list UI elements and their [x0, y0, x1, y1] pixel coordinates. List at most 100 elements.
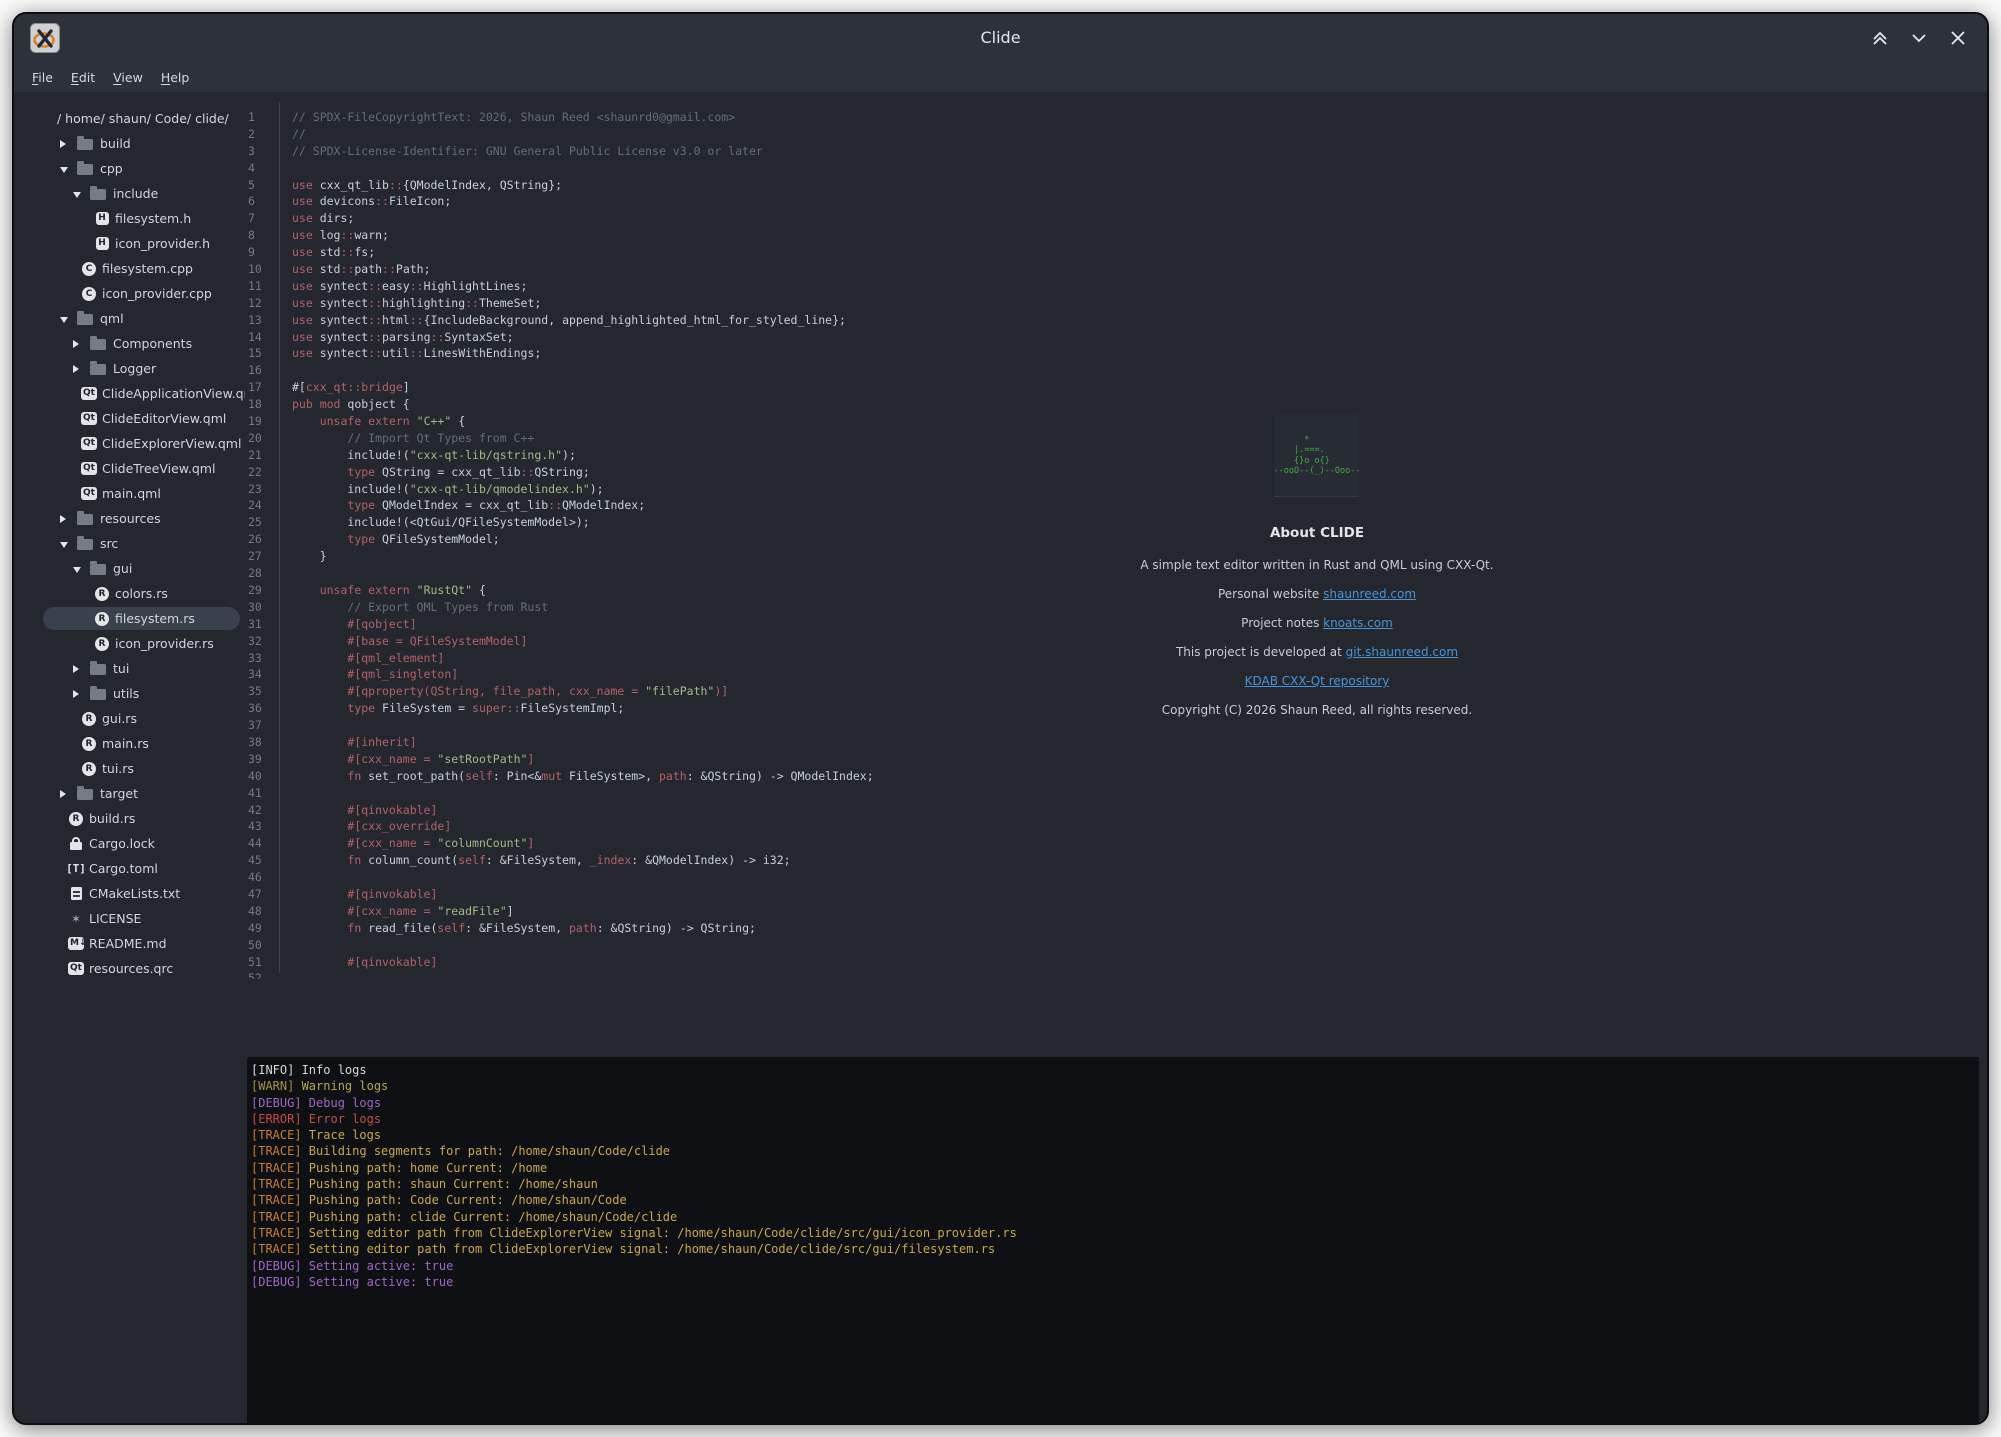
- code-line-12[interactable]: 12use syntect::highlighting::ThemeSet;: [245, 295, 1987, 312]
- menu-edit[interactable]: Edit: [62, 67, 104, 88]
- code-line-38[interactable]: 38 #[inherit]: [245, 734, 1987, 751]
- minimize-button[interactable]: [1908, 27, 1930, 49]
- code-line-18[interactable]: 18pub mod qobject {: [245, 396, 1987, 413]
- tree-item-cpp[interactable]: cpp: [16, 156, 245, 181]
- chevron-collapsed-icon[interactable]: [60, 511, 72, 526]
- log-message: Setting editor path from ClideExplorerVi…: [302, 1226, 1017, 1240]
- tree-item-label: gui.rs: [102, 711, 137, 726]
- code-line-39[interactable]: 39 #[cxx_name = "setRootPath"]: [245, 751, 1987, 768]
- tree-item-main-rs[interactable]: Rmain.rs: [16, 731, 245, 756]
- code-line-16[interactable]: 16: [245, 362, 1987, 379]
- tree-item-resources[interactable]: resources: [16, 506, 245, 531]
- code-text: unsafe extern "C++" {: [279, 414, 465, 428]
- close-button[interactable]: [1947, 27, 1969, 49]
- tree-item-icon-provider-rs[interactable]: Ricon_provider.rs: [16, 631, 245, 656]
- chevron-expanded-icon[interactable]: [73, 561, 85, 576]
- tree-item-colors-rs[interactable]: Rcolors.rs: [16, 581, 245, 606]
- tree-item-gui-rs[interactable]: Rgui.rs: [16, 706, 245, 731]
- chevron-collapsed-icon[interactable]: [73, 661, 85, 676]
- code-line-17[interactable]: 17#[cxx_qt::bridge]: [245, 379, 1987, 396]
- tree-root-path[interactable]: / home/ shaun/ Code/ clide/: [16, 106, 245, 131]
- tree-item-target[interactable]: target: [16, 781, 245, 806]
- menu-file[interactable]: File: [23, 67, 62, 88]
- code-line-50[interactable]: 50: [245, 937, 1987, 954]
- tree-item-filesystem-rs[interactable]: Rfilesystem.rs: [16, 606, 245, 631]
- code-line-4[interactable]: 4: [245, 160, 1987, 177]
- code-line-1[interactable]: 1// SPDX-FileCopyrightText: 2026, Shaun …: [245, 109, 1987, 126]
- code-line-3[interactable]: 3// SPDX-License-Identifier: GNU General…: [245, 143, 1987, 160]
- tree-item-filesystem-h[interactable]: Hfilesystem.h: [16, 206, 245, 231]
- code-line-51[interactable]: 51 #[qinvokable]: [245, 954, 1987, 971]
- menu-view[interactable]: View: [104, 67, 152, 88]
- code-line-5[interactable]: 5use cxx_qt_lib::{QModelIndex, QString};: [245, 177, 1987, 194]
- tree-item-tui[interactable]: tui: [16, 656, 245, 681]
- tree-item-main-qml[interactable]: Qtmain.qml: [16, 481, 245, 506]
- code-line-52[interactable]: 52: [245, 970, 1987, 979]
- code-line-9[interactable]: 9use std::fs;: [245, 244, 1987, 261]
- title-bar[interactable]: Clide: [14, 14, 1987, 62]
- chevron-expanded-icon[interactable]: [60, 311, 72, 326]
- tree-item-clidetreeview-qml[interactable]: QtClideTreeView.qml: [16, 456, 245, 481]
- tree-item-include[interactable]: include: [16, 181, 245, 206]
- log-entry-4: [ERROR] Error logs: [251, 1111, 1979, 1127]
- code-editor[interactable]: 1// SPDX-FileCopyrightText: 2026, Shaun …: [245, 92, 1987, 979]
- code-line-7[interactable]: 7use dirs;: [245, 210, 1987, 227]
- chevron-collapsed-icon[interactable]: [73, 686, 85, 701]
- code-line-49[interactable]: 49 fn read_file(self: &FileSystem, path:…: [245, 920, 1987, 937]
- code-line-2[interactable]: 2//: [245, 126, 1987, 143]
- code-line-14[interactable]: 14use syntect::parsing::SyntaxSet;: [245, 329, 1987, 346]
- tree-item-logger[interactable]: Logger: [16, 356, 245, 381]
- tree-item-gui[interactable]: gui: [16, 556, 245, 581]
- tree-item-cmakelists-txt[interactable]: CMakeLists.txt: [16, 881, 245, 906]
- tree-item-cargo-lock[interactable]: Cargo.lock: [16, 831, 245, 856]
- code-line-40[interactable]: 40 fn set_root_path(self: Pin<&mut FileS…: [245, 768, 1987, 785]
- tree-item-src[interactable]: src: [16, 531, 245, 556]
- code-line-46[interactable]: 46: [245, 869, 1987, 886]
- chevron-collapsed-icon[interactable]: [73, 336, 85, 351]
- cpp-file-icon: C: [81, 262, 97, 276]
- log-panel[interactable]: [INFO] Info logs[WARN] Warning logs[DEBU…: [247, 1057, 1979, 1425]
- chevron-expanded-icon[interactable]: [60, 536, 72, 551]
- tree-item-cargo-toml[interactable]: [T]Cargo.toml: [16, 856, 245, 881]
- menu-help[interactable]: Help: [152, 67, 199, 88]
- tree-item-resources-qrc[interactable]: Qtresources.qrc: [16, 956, 245, 981]
- tree-item-components[interactable]: Components: [16, 331, 245, 356]
- chevron-expanded-icon[interactable]: [73, 186, 85, 201]
- code-line-43[interactable]: 43 #[cxx_override]: [245, 818, 1987, 835]
- about-link[interactable]: shaunreed.com: [1323, 587, 1416, 601]
- code-line-47[interactable]: 47 #[qinvokable]: [245, 886, 1987, 903]
- code-line-41[interactable]: 41: [245, 785, 1987, 802]
- tree-item-clideeditorview-qml[interactable]: QtClideEditorView.qml: [16, 406, 245, 431]
- code-line-11[interactable]: 11use syntect::easy::HighlightLines;: [245, 278, 1987, 295]
- tree-item-icon-provider-h[interactable]: Hicon_provider.h: [16, 231, 245, 256]
- tree-item-tui-rs[interactable]: Rtui.rs: [16, 756, 245, 781]
- tree-item-utils[interactable]: utils: [16, 681, 245, 706]
- tree-item-build-rs[interactable]: Rbuild.rs: [16, 806, 245, 831]
- chevron-collapsed-icon[interactable]: [73, 361, 85, 376]
- chevron-collapsed-icon[interactable]: [60, 786, 72, 801]
- code-line-44[interactable]: 44 #[cxx_name = "columnCount"]: [245, 835, 1987, 852]
- line-number: 42: [245, 802, 279, 819]
- tree-item-license[interactable]: ✶LICENSE: [16, 906, 245, 931]
- tree-item-readme-md[interactable]: M↓README.md: [16, 931, 245, 956]
- code-line-13[interactable]: 13use syntect::html::{IncludeBackground,…: [245, 312, 1987, 329]
- tree-item-build[interactable]: build: [16, 131, 245, 156]
- tree-item-filesystem-cpp[interactable]: Cfilesystem.cpp: [16, 256, 245, 281]
- code-line-8[interactable]: 8use log::warn;: [245, 227, 1987, 244]
- code-line-48[interactable]: 48 #[cxx_name = "readFile"]: [245, 903, 1987, 920]
- chevron-expanded-icon[interactable]: [60, 161, 72, 176]
- tree-item-icon-provider-cpp[interactable]: Cicon_provider.cpp: [16, 281, 245, 306]
- code-line-6[interactable]: 6use devicons::FileIcon;: [245, 193, 1987, 210]
- code-line-42[interactable]: 42 #[qinvokable]: [245, 802, 1987, 819]
- tree-item-qml[interactable]: qml: [16, 306, 245, 331]
- chevron-collapsed-icon[interactable]: [60, 136, 72, 151]
- tree-item-clideapplicationview-qml[interactable]: QtClideApplicationView.qml: [16, 381, 245, 406]
- about-link[interactable]: git.shaunreed.com: [1346, 645, 1458, 659]
- about-link[interactable]: KDAB CXX-Qt repository: [1245, 674, 1390, 688]
- tree-item-clideexplorerview-qml[interactable]: QtClideExplorerView.qml: [16, 431, 245, 456]
- about-link[interactable]: knoats.com: [1323, 616, 1393, 630]
- maximize-button[interactable]: [1869, 27, 1891, 49]
- code-line-10[interactable]: 10use std::path::Path;: [245, 261, 1987, 278]
- code-line-15[interactable]: 15use syntect::util::LinesWithEndings;: [245, 345, 1987, 362]
- code-line-45[interactable]: 45 fn column_count(self: &FileSystem, _i…: [245, 852, 1987, 869]
